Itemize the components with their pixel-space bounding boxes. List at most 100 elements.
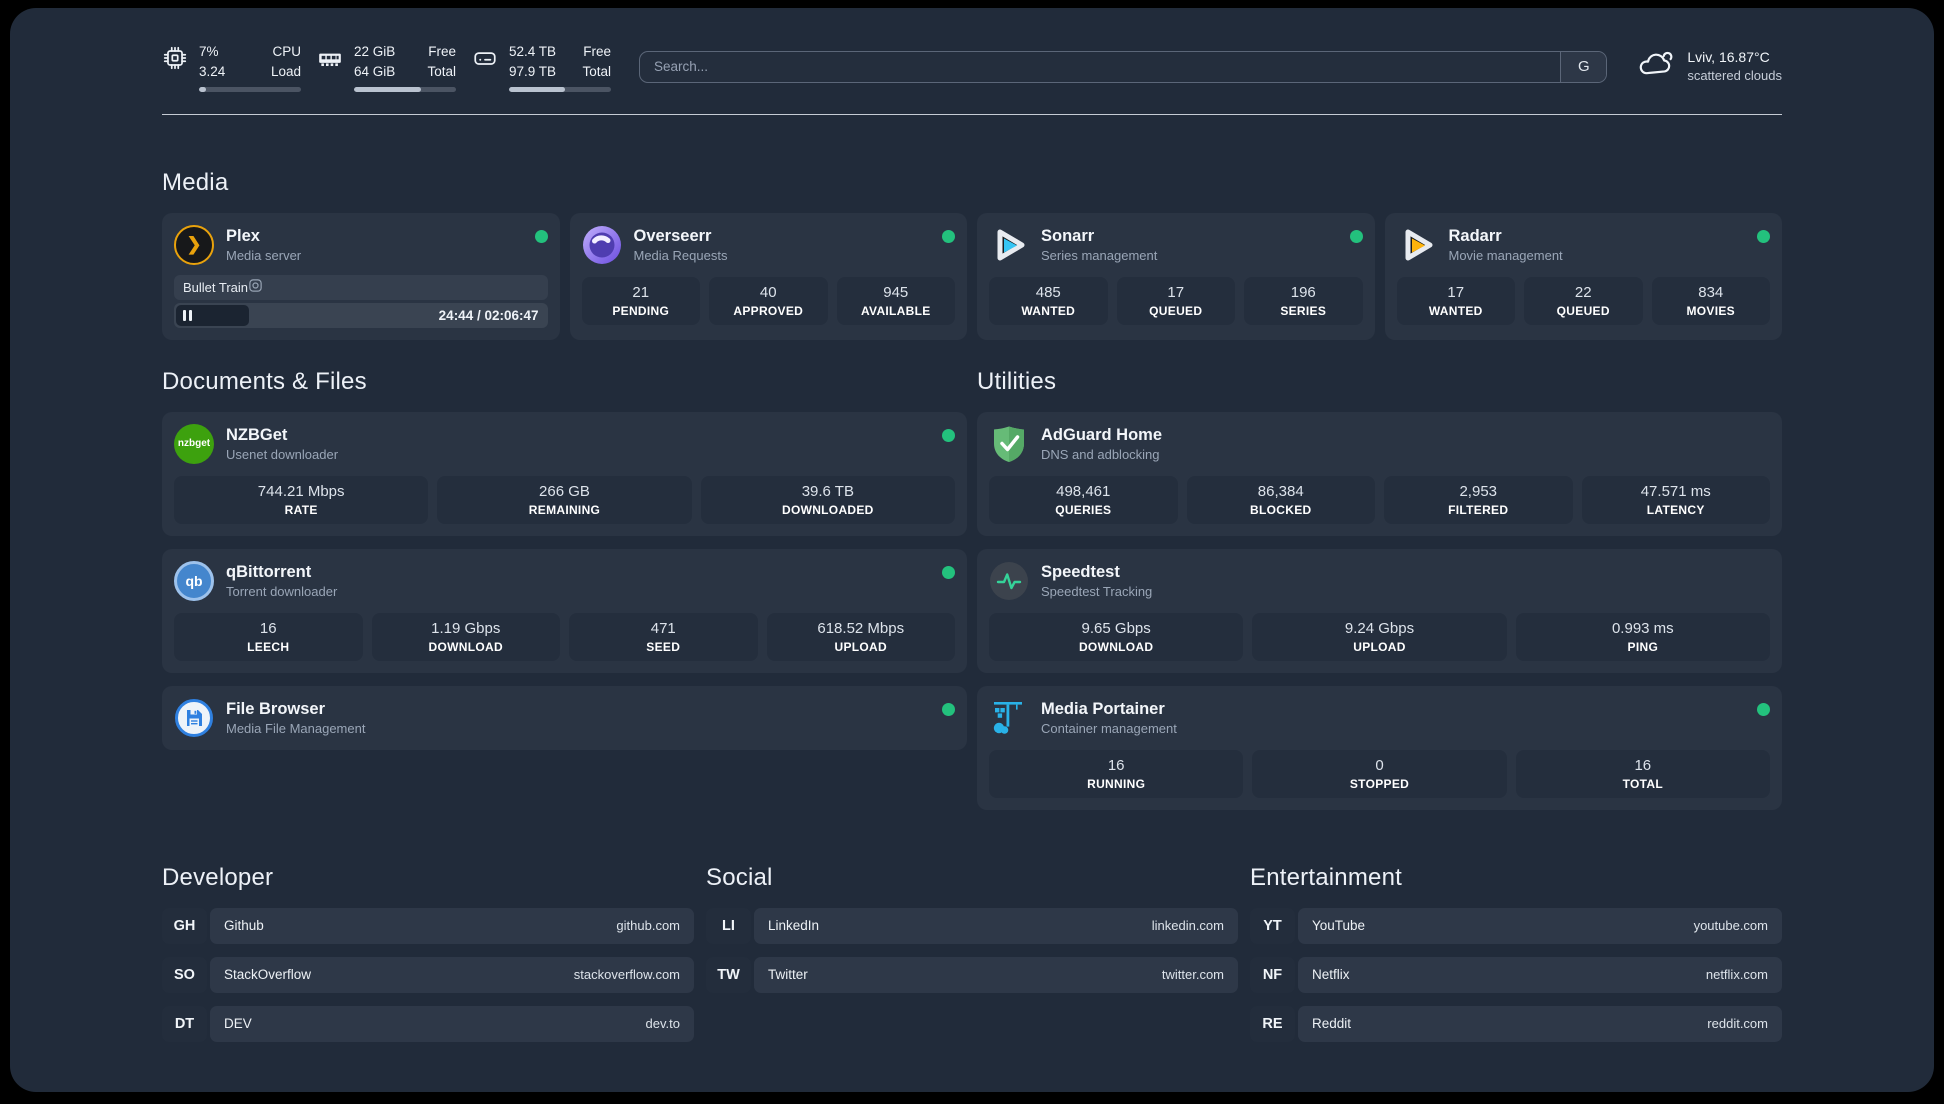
stat-tile: 17 QUEUED (1116, 276, 1235, 325)
stat-tile: 16 RUNNING (989, 749, 1244, 798)
filebrowser-status-dot (942, 702, 955, 716)
stat-tile: 1.19 Gbps DOWNLOAD (371, 612, 560, 661)
stat-tile: 834 MOVIES (1651, 276, 1770, 325)
cpu-stat-widget: 7% 3.24 CPU Load (162, 42, 301, 92)
sonarr-subtitle: Series management (1041, 247, 1158, 263)
stat-tile: 196 SERIES (1244, 276, 1363, 325)
ram-usage-bar (354, 86, 456, 92)
stat-tile: 16 TOTAL (1515, 749, 1770, 798)
top-bar: 7% 3.24 CPU Load 22 GiB 64 GiB Free Tota… (162, 42, 1782, 92)
twitter-abbr-icon: TW (706, 956, 751, 993)
link-name: StackOverflow (224, 967, 312, 982)
link-name: Reddit (1312, 1016, 1352, 1031)
portainer-title: Media Portainer (1041, 699, 1165, 718)
ram-stat-widget: 22 GiB 64 GiB Free Total (317, 42, 456, 92)
link-linkedin[interactable]: LI LinkedIn linkedin.com (706, 907, 1238, 944)
link-name: Twitter (768, 967, 808, 982)
adguard-card[interactable]: AdGuard Home DNS and adblocking 498,461 Q… (977, 411, 1782, 536)
stat-tile: 47.571 ms LATENCY (1581, 475, 1770, 524)
stat-tile: 40 APPROVED (709, 276, 828, 325)
cpu-usage-bar (199, 86, 301, 92)
search-input[interactable] (640, 51, 1561, 82)
plex-card[interactable]: ❯ Plex Media server Bullet Train 24:44 /… (162, 212, 560, 340)
reddit-abbr-icon: RE (1250, 1005, 1295, 1042)
pause-icon (183, 309, 192, 321)
adguard-icon (989, 424, 1029, 464)
link-github[interactable]: GH Github github.com (162, 907, 694, 944)
documents-section-title: Documents & Files (162, 367, 367, 395)
radarr-card[interactable]: Radarr Movie management 17 WANTED 22 QUEUE… (1384, 212, 1782, 340)
system-stats: 7% 3.24 CPU Load 22 GiB 64 GiB Free Tota… (162, 42, 611, 92)
overseerr-subtitle: Media Requests (633, 247, 728, 263)
sonarr-icon (989, 225, 1029, 265)
adguard-title: AdGuard Home (1041, 425, 1163, 444)
stat-tile: 945 AVAILABLE (836, 276, 955, 325)
link-name: DEV (224, 1016, 252, 1031)
nzbget-status-dot (942, 428, 955, 442)
radarr-icon (1397, 225, 1437, 265)
header-divider (162, 113, 1782, 115)
overseerr-status-dot (942, 229, 955, 243)
session-icon (248, 278, 263, 296)
weather-condition: scattered clouds (1687, 68, 1782, 84)
cpu-icon (162, 42, 188, 76)
overseerr-title: Overseerr (633, 226, 712, 245)
link-stackoverflow[interactable]: SO StackOverflow stackoverflow.com (162, 956, 694, 993)
link-url: twitter.com (1161, 967, 1224, 982)
qbittorrent-title: qBittorrent (226, 562, 312, 581)
link-netflix[interactable]: NF Netflix netflix.com (1250, 956, 1782, 993)
sonarr-card[interactable]: Sonarr Series management 485 WANTED 17 QUE… (977, 212, 1375, 340)
link-url: github.com (616, 918, 680, 933)
stackoverflow-abbr-icon: SO (162, 956, 207, 993)
nzbget-title: NZBGet (226, 425, 288, 444)
stat-tile: 0 STOPPED (1252, 749, 1507, 798)
radarr-subtitle: Movie management (1448, 247, 1563, 263)
speedtest-title: Speedtest (1041, 562, 1120, 581)
scattered-clouds-icon (1635, 47, 1675, 86)
developer-section-title: Developer (162, 863, 274, 891)
disk-free-label: Free (583, 44, 611, 59)
section-social: Social LI LinkedIn linkedin.com TW Twitte… (706, 864, 1238, 1055)
section-documents: Documents & Files nzbget NZBGet Usenet d… (162, 368, 967, 810)
plex-subtitle: Media server (226, 247, 302, 263)
stat-tile: 2,953 FILTERED (1384, 475, 1573, 524)
plex-icon: ❯ (174, 224, 214, 265)
link-reddit[interactable]: RE Reddit reddit.com (1250, 1005, 1782, 1042)
filebrowser-icon (174, 698, 214, 738)
plex-status-dot (534, 229, 548, 243)
disk-usage-bar (509, 86, 611, 92)
playback-time: 24:44 / 02:06:47 (438, 307, 539, 323)
link-twitter[interactable]: TW Twitter twitter.com (706, 956, 1238, 993)
stat-tile: 16 LEECH (174, 612, 363, 661)
link-name: Github (224, 918, 264, 933)
ram-free-value: 22 GiB (354, 44, 396, 59)
disk-stat-widget: 52.4 TB 97.9 TB Free Total (472, 42, 611, 92)
dev-abbr-icon: DT (162, 1005, 207, 1042)
link-youtube[interactable]: YT YouTube youtube.com (1250, 907, 1782, 944)
cpu-label: CPU (272, 44, 301, 59)
search-engine-button[interactable]: G (1560, 51, 1607, 82)
sonarr-status-dot (1349, 229, 1363, 243)
stat-tile: 0.993 ms PING (1515, 612, 1770, 661)
stat-tile: 485 WANTED (989, 276, 1108, 325)
section-utilities: Utilities AdGuard Home DNS and adblockin… (977, 368, 1782, 810)
ram-icon (317, 42, 343, 76)
filebrowser-card[interactable]: File Browser Media File Management (162, 685, 967, 750)
now-playing-title: Bullet Train (183, 279, 249, 295)
speedtest-card[interactable]: Speedtest Speedtest Tracking 9.65 Gbps DO… (977, 548, 1782, 673)
nzbget-icon: nzbget (174, 423, 214, 464)
portainer-card[interactable]: Media Portainer Container management 16 R… (977, 685, 1782, 810)
stat-tile: 744.21 Mbps RATE (174, 475, 429, 524)
overseerr-card[interactable]: Overseerr Media Requests 21 PENDING 40 APP… (569, 212, 967, 340)
playback-progress-bar: 24:44 / 02:06:47 (174, 302, 548, 328)
radarr-title: Radarr (1448, 226, 1502, 245)
link-dev[interactable]: DT DEV dev.to (162, 1005, 694, 1042)
sonarr-title: Sonarr (1041, 226, 1095, 245)
qbittorrent-card[interactable]: qb qBittorrent Torrent downloader 16 LEEC… (162, 548, 967, 673)
nzbget-card[interactable]: nzbget NZBGet Usenet downloader 744.21 M… (162, 411, 967, 536)
section-developer: Developer GH Github github.com SO StackOv… (162, 864, 694, 1055)
stat-tile: 21 PENDING (581, 276, 700, 325)
stat-tile: 39.6 TB DOWNLOADED (700, 475, 955, 524)
dashboard-frame: 7% 3.24 CPU Load 22 GiB 64 GiB Free Tota… (10, 8, 1934, 1092)
github-abbr-icon: GH (162, 907, 207, 944)
